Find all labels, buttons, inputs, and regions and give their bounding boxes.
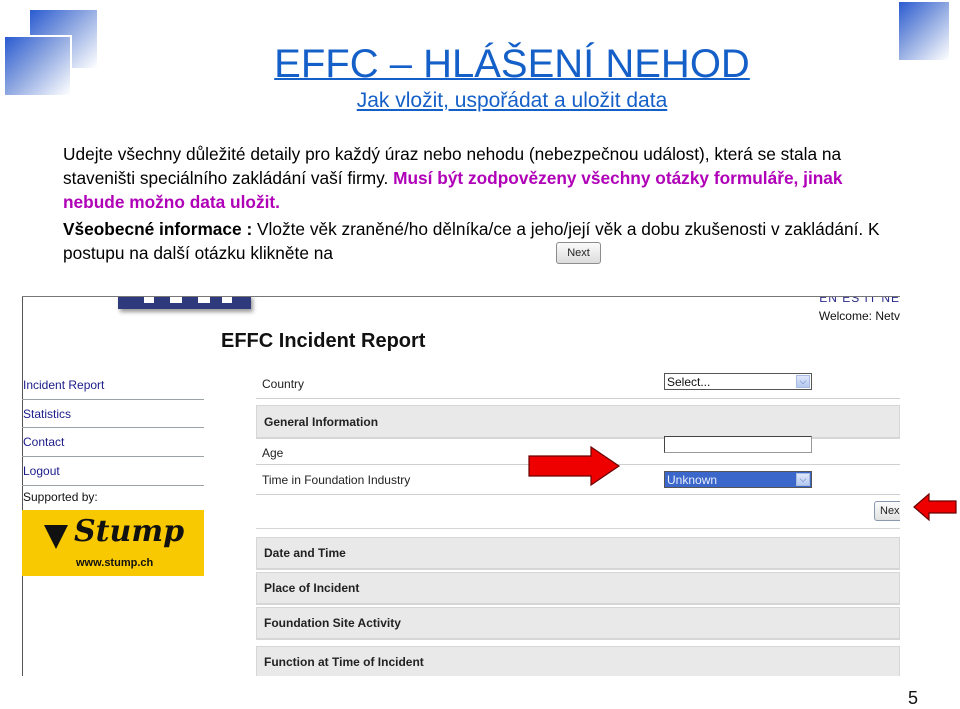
sponsor-name: Stump [74, 513, 185, 549]
country-select[interactable]: Select... ⌵ [664, 373, 812, 390]
time-in-industry-label: Time in Foundation Industry [262, 472, 411, 487]
section-label: General Information [264, 414, 379, 429]
embedded-screenshot: EN ES IT NE Welcome: Netv EFFC Incident … [22, 296, 900, 676]
sidebar-item-statistics[interactable]: Statistics [22, 400, 204, 429]
section-label: Date and Time [264, 546, 346, 560]
page-number: 5 [908, 688, 919, 708]
section-place-of-incident[interactable]: Place of Incident [256, 572, 900, 605]
time-in-industry-value: Unknown [667, 472, 718, 487]
sidebar-item-contact[interactable]: Contact [22, 428, 204, 458]
decorative-square [899, 2, 949, 60]
report-title: EFFC Incident Report [221, 330, 426, 352]
country-label: Country [262, 376, 305, 391]
inline-next-button[interactable]: Next [556, 242, 601, 264]
language-links[interactable]: EN ES IT NE [819, 297, 900, 305]
welcome-text: Welcome: Netv [818, 309, 900, 323]
incident-form: Country Select... ⌵ General Information … [256, 369, 900, 676]
time-in-industry-select[interactable]: Unknown ⌵ [664, 471, 812, 488]
site-logo [118, 297, 251, 309]
sponsor-url: www.stump.ch [76, 556, 154, 569]
section-foundation-site-activity[interactable]: Foundation Site Activity [256, 607, 900, 640]
info-label: Všeobecné informace : [63, 219, 253, 239]
info-paragraph: Všeobecné informace : Vložte věk zraněné… [63, 217, 903, 265]
section-label: Function at Time of Incident [264, 655, 424, 669]
slide-subtitle: Jak vložit, uspořádat a uložit data [356, 89, 668, 112]
section-label: Place of Incident [264, 581, 360, 595]
section-date-and-time[interactable]: Date and Time [256, 537, 900, 570]
drill-shield-icon [44, 524, 68, 549]
decorative-square [5, 35, 72, 95]
section-label: Foundation Site Activity [264, 616, 401, 630]
section-general-information[interactable]: General Information [256, 405, 900, 439]
left-arrow-icon [913, 493, 957, 521]
sponsor-logo[interactable]: Stump www.stump.ch [22, 509, 204, 576]
sidebar-item-incident-report[interactable]: Incident Report [22, 371, 204, 400]
section-function-at-time-of-incident[interactable]: Function at Time of Incident [256, 646, 900, 676]
country-select-value: Select... [667, 374, 711, 389]
next-row: Nex [256, 495, 900, 529]
sidebar-item-logout[interactable]: Logout [22, 457, 204, 486]
age-input[interactable] [664, 436, 812, 453]
right-arrow-icon [528, 446, 621, 486]
supported-by-label: Supported by: [23, 489, 98, 504]
slide-title: EFFC – HLÁŠENÍ NEHOD [274, 42, 750, 86]
age-label: Age [262, 445, 284, 460]
form-next-button[interactable]: Nex [874, 501, 900, 521]
chevron-down-icon: ⌵ [796, 375, 810, 388]
chevron-down-icon: ⌵ [796, 473, 810, 486]
intro-paragraph: Udejte všechny důležité detaily pro každ… [63, 142, 893, 214]
country-row: Country Select... ⌵ [256, 369, 900, 399]
sidebar-nav: Incident Report Statistics Contact Logou… [22, 371, 204, 576]
